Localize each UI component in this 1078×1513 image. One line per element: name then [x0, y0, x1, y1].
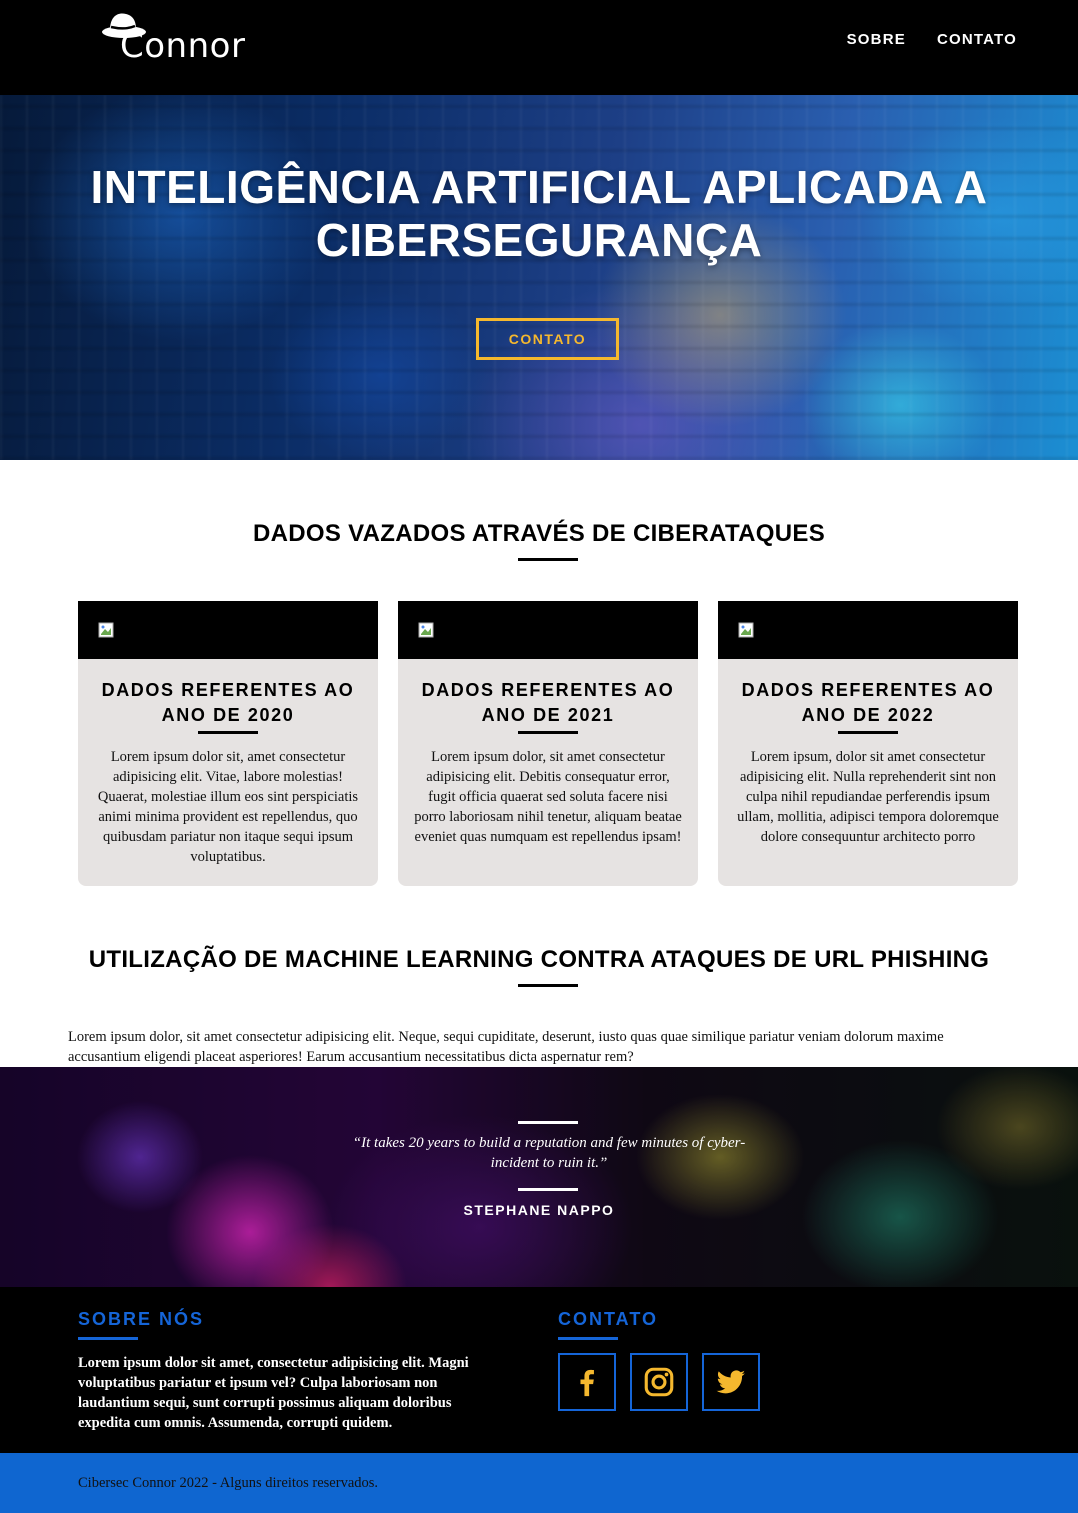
logo-text: Connor — [120, 26, 246, 66]
quote-background — [0, 1067, 1078, 1287]
site-footer: SOBRE NÓS Lorem ipsum dolor sit amet, co… — [0, 1287, 1078, 1453]
footer-contact-title: CONTATO — [558, 1309, 658, 1329]
card-text: Lorem ipsum dolor sit, amet consectetur … — [97, 749, 359, 865]
nav-link-sobre[interactable]: SOBRE — [847, 31, 906, 48]
ml-section-title: UTILIZAÇÃO DE MACHINE LEARNING CONTRA AT… — [88, 946, 990, 973]
card-image-placeholder — [398, 601, 698, 659]
main-nav: SOBRE CONTATO — [847, 31, 1017, 48]
footer-about-text: Lorem ipsum dolor sit amet, consectetur … — [78, 1355, 469, 1431]
hero-contact-button[interactable]: CONTATO — [476, 318, 619, 360]
hero-background — [0, 95, 1078, 460]
leaks-title-divider — [518, 558, 578, 561]
twitter-button[interactable] — [702, 1353, 760, 1411]
nav-link-contato[interactable]: CONTATO — [937, 31, 1017, 48]
quote-divider-top — [518, 1121, 578, 1124]
footer-about-divider — [78, 1337, 138, 1340]
twitter-icon — [716, 1370, 746, 1394]
facebook-icon — [580, 1369, 594, 1397]
copyright-bar: Cibersec Connor 2022 - Alguns direitos r… — [0, 1453, 1078, 1513]
hero-title: INTELIGÊNCIA ARTIFICIAL APLICADA A CIBER… — [0, 161, 1078, 267]
logo[interactable]: Connor — [100, 8, 250, 68]
broken-image-icon — [418, 622, 434, 638]
ml-section-text: Lorem ipsum dolor, sit amet consectetur … — [68, 1029, 944, 1065]
data-card-2020: DADOS REFERENTES AO ANO DE 2020 Lorem ip… — [78, 601, 378, 886]
quote-text: “It takes 20 years to build a reputation… — [352, 1135, 746, 1171]
leaks-section-title: DADOS VAZADOS ATRAVÉS DE CIBERATAQUES — [252, 520, 826, 547]
quote-author: STEPHANE NAPPO — [463, 1202, 615, 1218]
instagram-button[interactable] — [630, 1353, 688, 1411]
card-title: DADOS REFERENTES AO ANO DE 2020 — [101, 680, 355, 725]
card-image-placeholder — [718, 601, 1018, 659]
card-text: Lorem ipsum, dolor sit amet consectetur … — [737, 749, 999, 845]
card-title-divider — [518, 731, 578, 734]
data-card-2021: DADOS REFERENTES AO ANO DE 2021 Lorem ip… — [398, 601, 698, 886]
copyright-text: Cibersec Connor 2022 - Alguns direitos r… — [78, 1475, 379, 1491]
hero-title-line-2: CIBERSEGURANÇA — [315, 214, 763, 266]
broken-image-icon — [738, 622, 754, 638]
footer-contact-divider — [558, 1337, 618, 1340]
card-title: DADOS REFERENTES AO ANO DE 2022 — [741, 680, 995, 725]
instagram-icon — [644, 1367, 674, 1397]
broken-image-icon — [98, 622, 114, 638]
data-card-2022: DADOS REFERENTES AO ANO DE 2022 Lorem ip… — [718, 601, 1018, 886]
card-text: Lorem ipsum dolor, sit amet consectetur … — [414, 749, 682, 845]
card-title: DADOS REFERENTES AO ANO DE 2021 — [421, 680, 675, 725]
card-title-divider — [198, 731, 258, 734]
card-title-divider — [838, 731, 898, 734]
ml-title-divider — [518, 984, 578, 987]
footer-about-title: SOBRE NÓS — [78, 1309, 205, 1329]
quote-divider-bottom — [518, 1188, 578, 1191]
quote-banner: “It takes 20 years to build a reputation… — [0, 1067, 1078, 1287]
card-image-placeholder — [78, 601, 378, 659]
site-header: Connor SOBRE CONTATO — [0, 0, 1078, 95]
facebook-button[interactable] — [558, 1353, 616, 1411]
hero-title-line-1: INTELIGÊNCIA ARTIFICIAL APLICADA A — [90, 161, 988, 213]
hero-banner: INTELIGÊNCIA ARTIFICIAL APLICADA A CIBER… — [0, 95, 1078, 460]
